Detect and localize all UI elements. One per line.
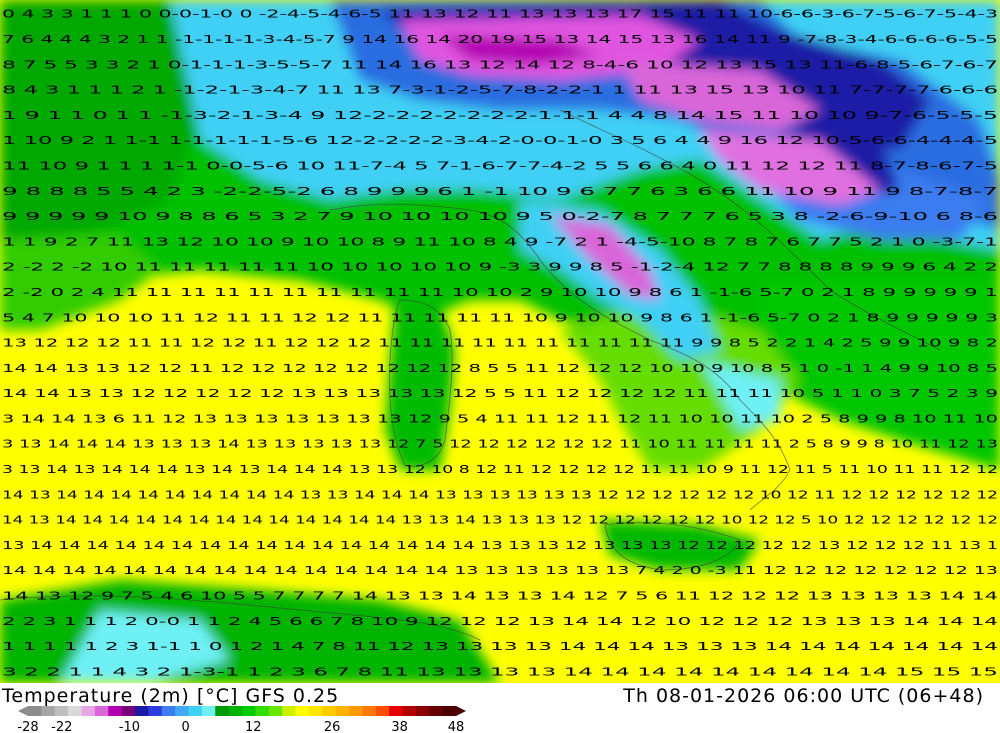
legend-swatch (255, 706, 270, 716)
legend-swatch (402, 706, 417, 716)
legend-swatch (429, 706, 444, 716)
legend-swatch (322, 706, 337, 716)
legend-swatch (442, 706, 457, 716)
legend-swatch (242, 706, 256, 716)
legend-tick-label: 48 (448, 720, 465, 733)
value-row: 8 7 5 5 3 3 2 1 0-1-1-1-3-5-5-7 11 14 16… (2, 58, 998, 71)
value-row: 2 2 3 1 1 1 2 0-0 1 1 2 4 5 6 6 7 8 10 9… (2, 615, 998, 628)
color-legend: -28 -22 -10 0 12 26 38 48 (17, 706, 466, 733)
legend-swatch (375, 706, 390, 716)
value-row: 14 14 13 13 12 12 11 12 12 12 12 12 12 1… (2, 362, 998, 375)
legend-swatch (188, 706, 203, 716)
value-row: 3 13 14 13 14 14 14 13 14 13 14 14 14 13… (2, 463, 998, 476)
legend-swatch (228, 706, 243, 716)
value-row: 5 4 7 10 10 10 11 12 11 11 12 12 11 11 1… (2, 311, 998, 324)
legend-tick-labels: -28 -22 -10 0 12 26 38 48 (17, 720, 464, 733)
legend-swatch (175, 706, 189, 716)
legend-swatch (268, 706, 283, 716)
chart-title: Temperature (2m) [°C] GFS 0.25 (2, 685, 340, 707)
value-row: 14 14 14 14 14 14 14 14 14 14 14 14 14 1… (2, 564, 998, 577)
value-row: 1 1 1 1 1 2 3 1-1 1 0 1 2 1 4 7 8 11 12 … (2, 640, 998, 653)
value-row: 14 13 14 14 14 14 14 14 14 14 14 13 13 1… (2, 488, 998, 501)
value-row: 8 4 3 1 1 1 2 1 -1-2-1-3-4-7 11 13 7-3-1… (2, 84, 998, 97)
legend-tick-label: 0 (182, 720, 190, 733)
legend-swatch (121, 706, 136, 716)
legend-swatch (389, 706, 403, 716)
value-row: 9 8 8 8 5 5 4 2 3 -2-2-5-2 6 8 9 9 9 6 1… (2, 185, 998, 198)
value-row: 14 14 13 13 12 12 12 12 12 13 13 13 13 1… (2, 387, 998, 400)
legend-swatch (282, 706, 296, 716)
value-row: 1 10 9 2 1 1-1 1-1-1-1-1-5-6 12-2-2-2-2-… (2, 134, 998, 147)
legend-swatch (415, 706, 430, 716)
value-row: 3 2 2 1 1 4 3 2 1-3-1 1 2 3 6 7 8 11 13 … (2, 665, 998, 678)
value-row: 7 6 4 4 4 3 2 1 1 -1-1-1-1-3-4-5-7 9 14 … (2, 33, 998, 46)
value-row: 1 9 1 1 0 1 1 -1-3-2-1-3-4 9 12-2-2-2-2-… (2, 109, 998, 122)
value-row: 1 1 9 2 7 11 13 12 10 10 9 10 10 8 9 11 … (2, 235, 998, 248)
legend-swatch (54, 706, 69, 716)
legend-swatch (335, 706, 350, 716)
value-row: 14 13 12 9 7 5 4 6 10 5 5 7 7 7 7 14 13 … (2, 590, 998, 603)
temperature-map: 0 4 3 3 1 1 1 0 0-0-1-0 0 -2-4-5-4-6-5 1… (0, 0, 1000, 683)
weather-chart: 0 4 3 3 1 1 1 0 0-0-1-0 0 -2-4-5-4-6-5 1… (0, 0, 1000, 733)
legend-swatch (81, 706, 96, 716)
legend-swatch (135, 706, 149, 716)
legend-swatch (94, 706, 109, 716)
legend-swatch (68, 706, 82, 716)
legend-arrow-left (18, 706, 28, 716)
legend-swatches (18, 706, 466, 716)
legend-swatch (295, 706, 310, 716)
legend-swatch (362, 706, 377, 716)
value-row: 14 13 14 14 14 14 14 14 14 14 14 14 14 1… (2, 514, 998, 527)
legend-tick-label: -28 (17, 720, 38, 733)
legend-tick-label: 12 (245, 720, 262, 733)
value-row: 9 9 9 9 9 10 9 8 8 6 5 3 2 7 9 10 10 10 … (2, 210, 998, 223)
value-row: 13 12 12 12 11 11 12 12 11 12 12 12 11 1… (2, 337, 998, 350)
value-row: 2 -2 0 2 4 11 11 11 11 11 11 11 11 11 11… (2, 286, 998, 299)
legend-swatch (349, 706, 363, 716)
legend-swatch (28, 706, 42, 716)
value-row: 3 14 14 13 6 11 12 13 13 13 13 13 13 13 … (2, 412, 998, 425)
value-row: 3 13 14 14 14 13 13 13 14 13 13 13 13 13… (2, 438, 998, 451)
value-row: 2 -2 2 -2 10 11 11 11 11 11 10 10 10 10 … (2, 261, 998, 274)
legend-swatch (161, 706, 176, 716)
legend-swatch (41, 706, 56, 716)
value-row: 11 10 9 1 1 1 1-1 0-0-5-6 10 11-7-4 5 7-… (2, 159, 998, 172)
legend-tick-label: -10 (119, 720, 140, 733)
valid-time: Th 08-01-2026 06:00 UTC (06+48) (623, 685, 984, 707)
legend-swatch (308, 706, 323, 716)
value-row: 0 4 3 3 1 1 1 0 0-0-1-0 0 -2-4-5-4-6-5 1… (2, 8, 998, 21)
legend-swatch (148, 706, 163, 716)
legend-swatch (215, 706, 230, 716)
legend-swatch (108, 706, 123, 716)
legend-tick-label: 38 (391, 720, 408, 733)
footer: Temperature (2m) [°C] GFS 0.25 Th 08-01-… (0, 683, 1000, 733)
value-row: 13 14 14 14 14 14 14 14 14 14 14 14 14 1… (2, 539, 998, 552)
legend-swatch (201, 706, 216, 716)
legend-tick-label: -22 (51, 720, 72, 733)
legend-tick-label: 26 (324, 720, 341, 733)
legend-arrow-right (456, 706, 466, 716)
